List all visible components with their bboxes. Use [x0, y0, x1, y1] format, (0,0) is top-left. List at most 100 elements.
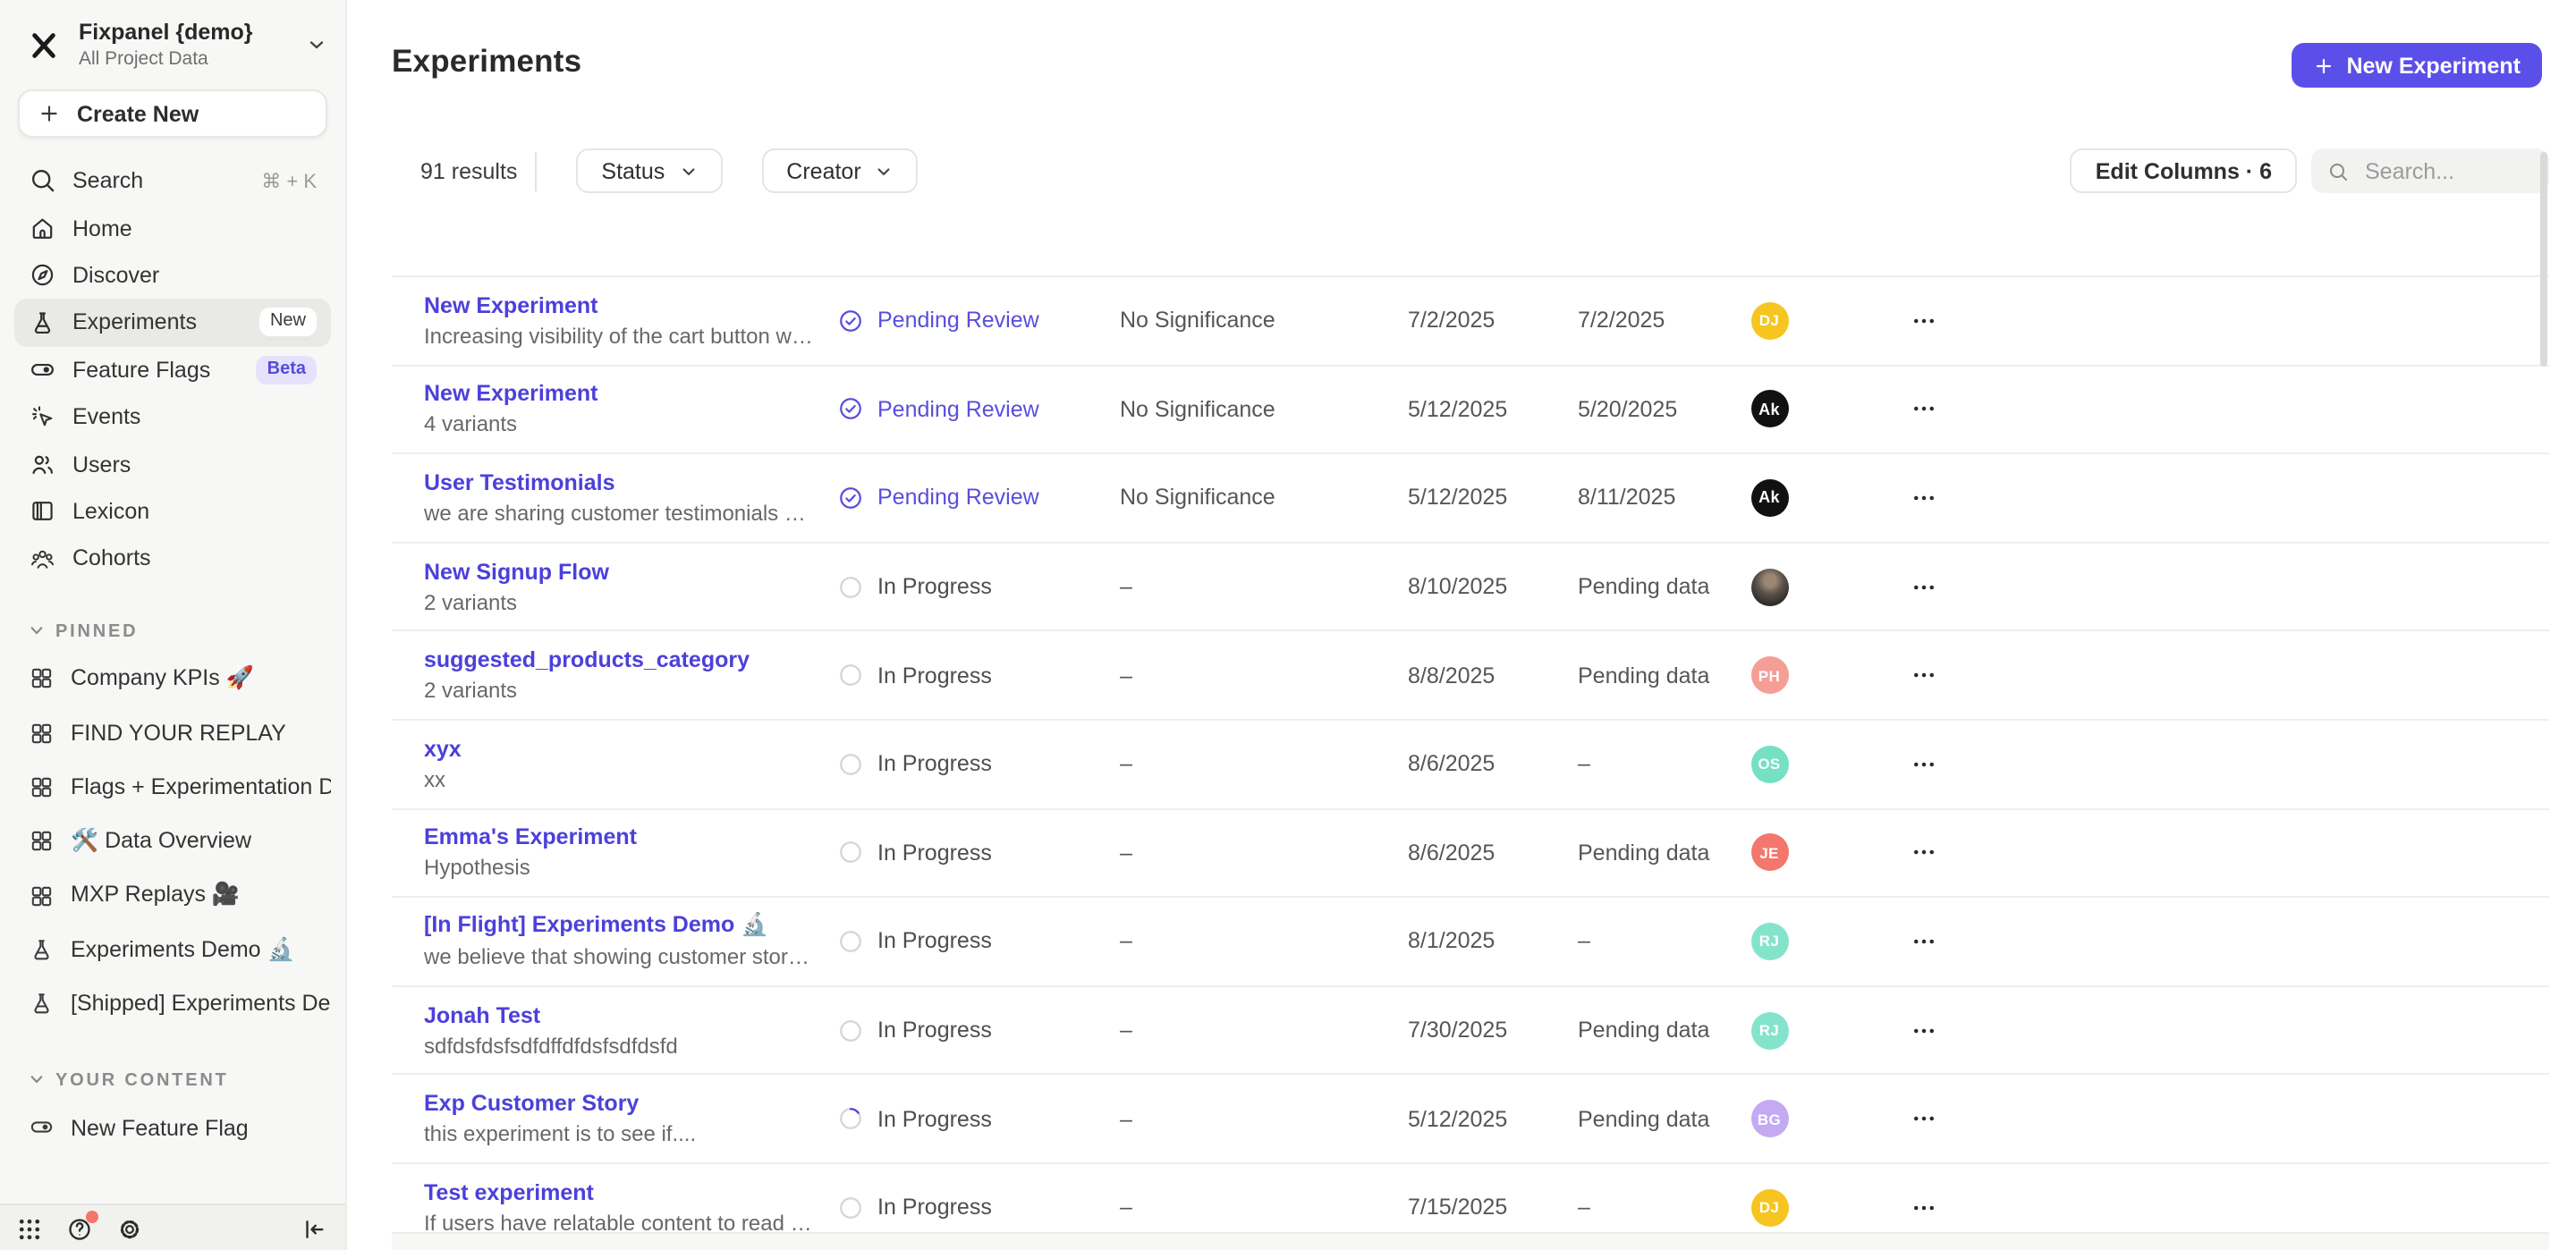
row-actions-button[interactable]: [1911, 751, 1937, 778]
actions-cell: [1911, 1194, 2549, 1220]
end-date-cell: –: [1578, 929, 1750, 954]
gear-icon[interactable]: [116, 1216, 143, 1243]
name-cell: New Experiment Increasing visibility of …: [392, 293, 836, 349]
name-cell: Test experiment If users have relatable …: [392, 1179, 836, 1235]
create-new-button[interactable]: Create New: [18, 89, 327, 138]
row-actions-button[interactable]: [1911, 840, 1937, 866]
experiment-name-link[interactable]: User Testimonials: [424, 470, 814, 495]
experiment-description: 4 variants: [424, 412, 814, 437]
help-icon[interactable]: [66, 1216, 93, 1243]
status-cell: Pending Review: [836, 396, 1120, 423]
experiment-description: 2 variants: [424, 589, 814, 614]
section-title: PINNED: [55, 622, 138, 642]
pinned-item[interactable]: [Shipped] Experiments Demo 🖊️: [14, 977, 331, 1032]
table-row[interactable]: xyx xx In Progress – 8/6/2025 – OS: [392, 719, 2549, 807]
end-date-cell: 7/2/2025: [1578, 308, 1750, 334]
start-date-cell: 5/12/2025: [1408, 397, 1578, 422]
pinned-item[interactable]: Experiments Demo 🔬: [14, 923, 331, 977]
end-date-cell: 8/11/2025: [1578, 486, 1750, 511]
end-date-cell: 5/20/2025: [1578, 397, 1750, 422]
experiment-name-link[interactable]: New Experiment: [424, 293, 814, 318]
actions-cell: [1911, 928, 2549, 955]
experiment-name-link[interactable]: New Signup Flow: [424, 559, 814, 584]
start-date-cell: 7/30/2025: [1408, 1018, 1578, 1043]
primary-results-cell: –: [1120, 840, 1408, 866]
filter-buttons: Status Creator: [576, 148, 918, 193]
sidebar-nav-item[interactable]: Discover: [14, 252, 331, 300]
scrollbar-thumb[interactable]: [2539, 152, 2547, 367]
board-icon: [29, 720, 55, 746]
table-row[interactable]: [In Flight] Experiments Demo 🔬 we believ…: [392, 896, 2549, 984]
experiment-name-link[interactable]: New Experiment: [424, 382, 814, 407]
experiment-name-link[interactable]: Test experiment: [424, 1179, 814, 1204]
filter-button[interactable]: Creator: [761, 148, 918, 193]
start-date-cell: 8/6/2025: [1408, 840, 1578, 866]
sidebar-nav-item[interactable]: Users: [14, 441, 331, 488]
apps-grid-icon[interactable]: [16, 1216, 43, 1243]
row-actions-button[interactable]: [1911, 573, 1937, 600]
experiment-name-link[interactable]: Jonah Test: [424, 1002, 814, 1027]
row-actions-button[interactable]: [1911, 308, 1937, 334]
check-circle-icon: [836, 485, 863, 511]
edit-columns-button[interactable]: Edit Columns · 6: [2071, 148, 2297, 193]
your-content-item[interactable]: New Feature Flag: [14, 1101, 331, 1155]
table-row[interactable]: New Experiment Increasing visibility of …: [392, 275, 2549, 364]
sidebar-nav-item[interactable]: Events: [14, 393, 331, 441]
nav-item-label: Events: [72, 404, 140, 429]
fixpanel-logo-icon: [21, 23, 64, 66]
table-row[interactable]: User Testimonials we are sharing custome…: [392, 452, 2549, 541]
table-row[interactable]: New Signup Flow 2 variants In Progress –…: [392, 542, 2549, 630]
pinned-item-label: MXP Replays 🎥: [71, 883, 240, 909]
status-label: Pending Review: [877, 486, 1039, 511]
sidebar: Fixpanel {demo} All Project Data Create …: [0, 0, 347, 1250]
row-actions-button[interactable]: [1911, 928, 1937, 955]
search-input[interactable]: [2361, 156, 2533, 185]
pinned-item[interactable]: Company KPIs 🚀: [14, 652, 331, 706]
row-actions-button[interactable]: [1911, 1017, 1937, 1043]
status-cell: In Progress: [836, 840, 1120, 866]
row-actions-button[interactable]: [1911, 1194, 1937, 1220]
experiment-name-link[interactable]: Exp Customer Story: [424, 1091, 814, 1116]
chevron-down-icon: [29, 621, 45, 643]
row-actions-button[interactable]: [1911, 1105, 1937, 1132]
ellipsis-icon: [1911, 573, 1937, 600]
workspace-name: Fixpanel {demo}: [79, 20, 253, 45]
experiment-name-link[interactable]: xyx: [424, 737, 814, 762]
pinned-item[interactable]: 🛠️ Data Overview: [14, 815, 331, 869]
pinned-item[interactable]: MXP Replays 🎥: [14, 868, 331, 923]
row-actions-button[interactable]: [1911, 662, 1937, 688]
pinned-section-header[interactable]: PINNED: [14, 612, 331, 652]
pinned-item[interactable]: FIND YOUR REPLAY: [14, 706, 331, 761]
row-actions-button[interactable]: [1911, 485, 1937, 511]
status-label: In Progress: [877, 1018, 992, 1043]
filter-button[interactable]: Status: [576, 148, 722, 193]
row-actions-button[interactable]: [1911, 396, 1937, 423]
status-label: Pending Review: [877, 397, 1039, 422]
pinned-item[interactable]: Flags + Experimentation Demo 🧪: [14, 760, 331, 815]
table-row[interactable]: suggested_products_category 2 variants I…: [392, 630, 2549, 719]
sidebar-nav-item[interactable]: Lexicon: [14, 487, 331, 535]
sidebar-nav-item[interactable]: Feature Flags Beta: [14, 346, 331, 393]
table-row[interactable]: Emma's Experiment Hypothesis In Progress…: [392, 807, 2549, 896]
table-row[interactable]: New Experiment 4 variants Pending Review…: [392, 364, 2549, 452]
experiment-name-link[interactable]: suggested_products_category: [424, 647, 814, 672]
sidebar-nav-item[interactable]: Home: [14, 205, 331, 252]
sidebar-nav-item[interactable]: Cohorts: [14, 535, 331, 582]
your-content-section-header[interactable]: YOUR CONTENT: [14, 1061, 331, 1101]
name-cell: [In Flight] Experiments Demo 🔬 we believ…: [392, 913, 836, 970]
new-experiment-button[interactable]: New Experiment: [2291, 43, 2542, 88]
pinned-item-label: Experiments Demo 🔬: [71, 936, 295, 963]
start-date-cell: 8/6/2025: [1408, 752, 1578, 777]
sidebar-nav-item[interactable]: Experiments New: [14, 299, 331, 346]
table-row[interactable]: Jonah Test sdfdsfdsfsdfdffdfdsfsdfdsfd I…: [392, 985, 2549, 1074]
section-title: YOUR CONTENT: [55, 1071, 229, 1091]
name-cell: User Testimonials we are sharing custome…: [392, 470, 836, 526]
collapse-sidebar-icon[interactable]: [301, 1216, 327, 1243]
table-row[interactable]: Exp Customer Story this experiment is to…: [392, 1074, 2549, 1162]
table-search: [2311, 148, 2549, 193]
toolbar-divider: [535, 151, 537, 190]
experiment-name-link[interactable]: [In Flight] Experiments Demo 🔬: [424, 913, 814, 940]
experiment-name-link[interactable]: Emma's Experiment: [424, 825, 814, 850]
workspace-switcher[interactable]: Fixpanel {demo} All Project Data: [0, 0, 345, 82]
sidebar-nav-item[interactable]: Search ⌘ + K: [14, 157, 331, 205]
